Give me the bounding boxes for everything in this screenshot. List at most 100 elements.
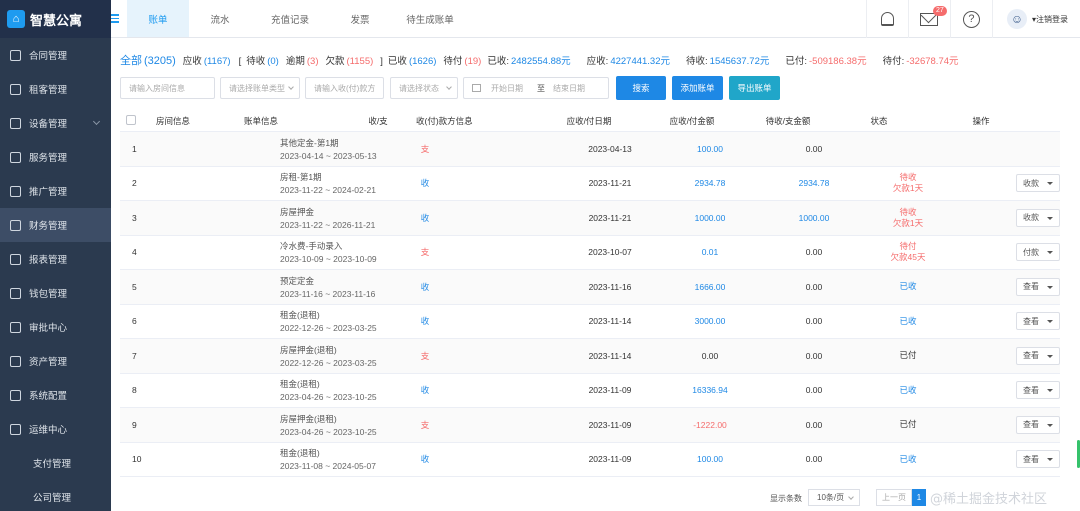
sidebar-item-1[interactable]: 租客管理 bbox=[0, 72, 111, 106]
tab-2[interactable]: 充值记录 bbox=[251, 0, 329, 37]
sidebar-item-7[interactable]: 钱包管理 bbox=[0, 276, 111, 310]
direction-cell: 支 bbox=[420, 247, 430, 258]
pending-amount-cell: 0.00 bbox=[805, 419, 823, 430]
user-menu[interactable]: ☺ ▾注销登录 bbox=[991, 0, 1080, 38]
bill-info-cell: 预定定金 2023-11-16 ~ 2023-11-16 bbox=[232, 275, 432, 299]
tab-1[interactable]: 流水 bbox=[189, 0, 251, 37]
topay-amt-value: -32678.74元 bbox=[906, 56, 959, 67]
mail-badge: 27 bbox=[932, 6, 947, 16]
table-row: 4 冷水费-手动录入 2023-10-09 ~ 2023-10-09 支 2023-10… bbox=[120, 236, 1060, 270]
payer-input[interactable]: 请输入收(付)款方 bbox=[305, 77, 384, 99]
sidebar-subitem-1[interactable]: 公司管理 bbox=[0, 480, 111, 511]
pending-amt-value: 1545637.72元 bbox=[709, 56, 770, 67]
filter-pending[interactable]: 待收 (0) bbox=[246, 53, 281, 67]
room-input[interactable]: 请输入房间信息 bbox=[120, 77, 215, 99]
logout-link[interactable]: ▾注销登录 bbox=[1032, 14, 1068, 25]
sidebar-item-10[interactable]: 系统配置 bbox=[0, 378, 111, 412]
notification-button[interactable] bbox=[865, 0, 908, 38]
export-bill-button[interactable]: 导出账单 bbox=[729, 76, 780, 100]
sidebar-item-3[interactable]: 服务管理 bbox=[0, 140, 111, 174]
search-button[interactable]: 搜索 bbox=[616, 76, 666, 100]
received-count: (1626) bbox=[408, 56, 437, 67]
direction-cell: 收 bbox=[420, 178, 430, 189]
sidebar-item-9[interactable]: 资产管理 bbox=[0, 344, 111, 378]
page-1-button[interactable]: 1 bbox=[912, 489, 926, 506]
app-logo[interactable]: ⌂ 智慧公寓 bbox=[0, 0, 111, 38]
amount-cell: 16336.94 bbox=[692, 385, 728, 396]
operation-select[interactable]: 收款 bbox=[1016, 208, 1060, 227]
prev-page-button[interactable]: 上一页 bbox=[876, 489, 912, 506]
bill-info-cell: 租金(退租) 2022-12-26 ~ 2023-03-25 bbox=[232, 309, 432, 333]
pending-amount-cell: 0.00 bbox=[805, 281, 823, 292]
direction-cell: 支 bbox=[420, 350, 430, 361]
page-size-select[interactable]: 10条/页 bbox=[808, 489, 860, 506]
promotion-icon bbox=[10, 185, 21, 197]
menu-toggle-icon[interactable] bbox=[111, 0, 125, 37]
approval-icon bbox=[10, 321, 21, 333]
select-all-checkbox[interactable] bbox=[120, 114, 142, 127]
avatar: ☺ bbox=[1006, 9, 1027, 29]
bill-period: 2023-04-26 ~ 2023-10-25 bbox=[280, 426, 377, 437]
tab-0[interactable]: 账单 bbox=[127, 0, 189, 37]
date-range-picker[interactable]: 开始日期 至 结束日期 bbox=[463, 77, 609, 99]
direction-cell: 收 bbox=[420, 385, 430, 396]
bill-table: 房间信息 账单信息 收/支 收(付)款方信息 应收/付日期 应收/付金额 待收/支金额 状态 操… bbox=[120, 110, 1060, 477]
sidebar-item-label: 推广管理 bbox=[29, 187, 68, 198]
sidebar-subitem-0[interactable]: 支付管理 bbox=[0, 446, 111, 480]
status-select[interactable]: 请选择状态 bbox=[390, 77, 458, 99]
to-pay-label: 待付 bbox=[443, 56, 463, 67]
row-index: 2 bbox=[132, 178, 137, 189]
add-bill-button[interactable]: 添加账单 bbox=[672, 76, 723, 100]
app-root: ⌂ 智慧公寓 合同管理 租客管理 设备管理 服务管理推广管理财务管理 报表管理 钱包管理审… bbox=[0, 0, 1080, 511]
row-index: 4 bbox=[132, 247, 137, 258]
bracket-open: [ bbox=[238, 56, 242, 67]
bill-name: 租金(退租) bbox=[280, 310, 320, 321]
operation-select[interactable]: 付款 bbox=[1016, 243, 1060, 262]
row-index: 1 bbox=[132, 143, 137, 154]
column-header: 状态 bbox=[870, 115, 888, 126]
filter-all[interactable]: 全部 (3205) bbox=[120, 52, 178, 68]
bracket-close: ] bbox=[380, 56, 383, 67]
bill-type-select[interactable]: 请选择账单类型 bbox=[220, 77, 300, 99]
status-cell: 待付 欠款45天 bbox=[862, 241, 954, 263]
sidebar-item-8[interactable]: 审批中心 bbox=[0, 310, 111, 344]
help-button[interactable]: ? bbox=[949, 0, 992, 38]
table-row: 7 房屋押金(退租) 2022-12-26 ~ 2023-03-25 支 2023-11… bbox=[120, 339, 1060, 374]
filter-overdue[interactable]: 逾期 (3) bbox=[286, 53, 321, 67]
filter-receivable[interactable]: 应收 (1167) bbox=[183, 53, 233, 67]
app-name: 智慧公寓 bbox=[30, 12, 83, 28]
operation-select[interactable]: 查看 bbox=[1016, 277, 1060, 296]
message-button[interactable]: 27 bbox=[907, 0, 950, 38]
sidebar-item-4[interactable]: 推广管理 bbox=[0, 174, 111, 208]
sidebar-item-label: 资产管理 bbox=[29, 357, 68, 368]
operation-select[interactable]: 查看 bbox=[1016, 381, 1060, 400]
sidebar-item-6[interactable]: 报表管理 bbox=[0, 242, 111, 276]
bill-name: 冷水费-手动录入 bbox=[280, 241, 343, 252]
status-cell: 已收 bbox=[862, 281, 954, 292]
sidebar-item-11[interactable]: 运维中心 bbox=[0, 412, 111, 446]
table-row: 3 房屋押金 2023-11-22 ~ 2026-11-21 收 2023-11-21 1… bbox=[120, 201, 1060, 236]
operation-select[interactable]: 查看 bbox=[1016, 415, 1060, 434]
payer-placeholder: 请输入收(付)款方 bbox=[314, 83, 376, 93]
operation-select[interactable]: 查看 bbox=[1016, 312, 1060, 331]
watermark: @稀土掘金技术社区 bbox=[930, 492, 1048, 507]
sidebar-item-5[interactable]: 财务管理 bbox=[0, 208, 111, 242]
received-amount: 已收: 2482554.88元 bbox=[487, 53, 572, 67]
table-row: 8 租金(退租) 2023-04-26 ~ 2023-10-25 收 2023-11-0… bbox=[120, 374, 1060, 408]
operation-select[interactable]: 查看 bbox=[1016, 346, 1060, 365]
tab-3[interactable]: 发票 bbox=[329, 0, 391, 37]
sidebar-item-0[interactable]: 合同管理 bbox=[0, 38, 111, 72]
direction-cell: 收 bbox=[420, 281, 430, 292]
operation-select[interactable]: 查看 bbox=[1016, 450, 1060, 469]
operation-select[interactable]: 收款 bbox=[1016, 174, 1060, 193]
sidebar: ⌂ 智慧公寓 合同管理 租客管理 设备管理 服务管理推广管理财务管理 报表管理 钱包管理审… bbox=[0, 0, 111, 511]
sidebar-item-2[interactable]: 设备管理 bbox=[0, 106, 111, 140]
filter-to-pay[interactable]: 待付 (19) bbox=[443, 53, 483, 67]
due-date-cell: 2023-10-07 bbox=[588, 247, 632, 258]
filter-owed[interactable]: 欠款 (1155) bbox=[326, 53, 376, 67]
due-date-cell: 2023-11-14 bbox=[588, 350, 632, 361]
amount-cell: 0.00 bbox=[701, 350, 719, 361]
due-date-cell: 2023-11-09 bbox=[588, 419, 632, 430]
filter-received[interactable]: 已收 (1626) bbox=[388, 53, 438, 67]
tab-4[interactable]: 待生成账单 bbox=[391, 0, 469, 37]
